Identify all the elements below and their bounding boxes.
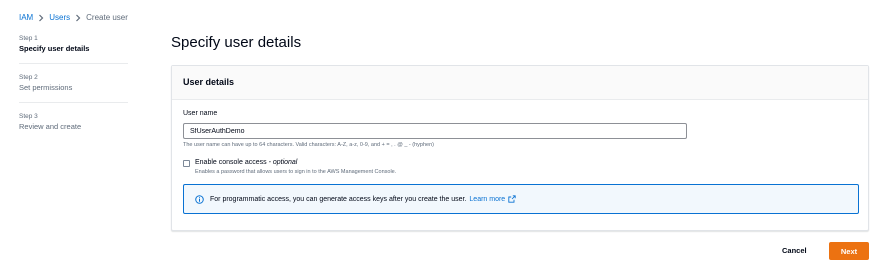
step-1: Step 1 Specify user details [19,34,128,64]
info-alert: For programmatic access, you can generat… [183,184,859,214]
breadcrumb-users[interactable]: Users [49,13,70,22]
username-hint: The user name can have up to 64 characte… [183,142,434,148]
console-access-label[interactable]: Enable console access - optional [195,159,297,166]
info-text: For programmatic access, you can generat… [210,195,467,203]
learn-more-link[interactable]: Learn more [469,195,516,203]
learn-more-text: Learn more [469,195,506,203]
breadcrumb-iam[interactable]: IAM [19,13,33,22]
info-icon [195,194,204,204]
breadcrumb-create-user: Create user [86,13,128,22]
console-access-row: Enable console access - optional [183,159,857,167]
chevron-right-icon [75,14,81,22]
panel-body: User name The user name can have up to 6… [172,100,868,214]
username-input[interactable] [183,123,687,139]
step-number: Step 1 [19,35,38,42]
step-title[interactable]: Set permissions [19,82,128,93]
step-2: Step 2 Set permissions [19,73,128,103]
page-title: Specify user details [171,34,302,51]
panel-header: User details [172,66,868,100]
external-link-icon [508,195,516,203]
step-number: Step 3 [19,113,38,120]
step-3: Step 3 Review and create [19,112,128,141]
step-number: Step 2 [19,74,38,81]
console-access-checkbox[interactable] [183,160,190,167]
optional-tag: - optional [268,159,298,166]
step-title: Specify user details [19,44,90,53]
panel-title: User details [183,77,235,87]
next-button[interactable]: Next [829,242,869,260]
breadcrumb: IAM Users Create user [19,13,128,22]
console-access-label-text: Enable console access [195,159,267,166]
wizard-steps: Step 1 Specify user details Step 2 Set p… [19,34,128,150]
cancel-button[interactable]: Cancel [782,243,807,259]
username-label: User name [183,110,218,117]
step-title[interactable]: Review and create [19,121,128,132]
user-details-panel: User details User name The user name can… [171,65,869,231]
chevron-right-icon [38,14,44,22]
console-access-description: Enables a password that allows users to … [195,169,397,175]
